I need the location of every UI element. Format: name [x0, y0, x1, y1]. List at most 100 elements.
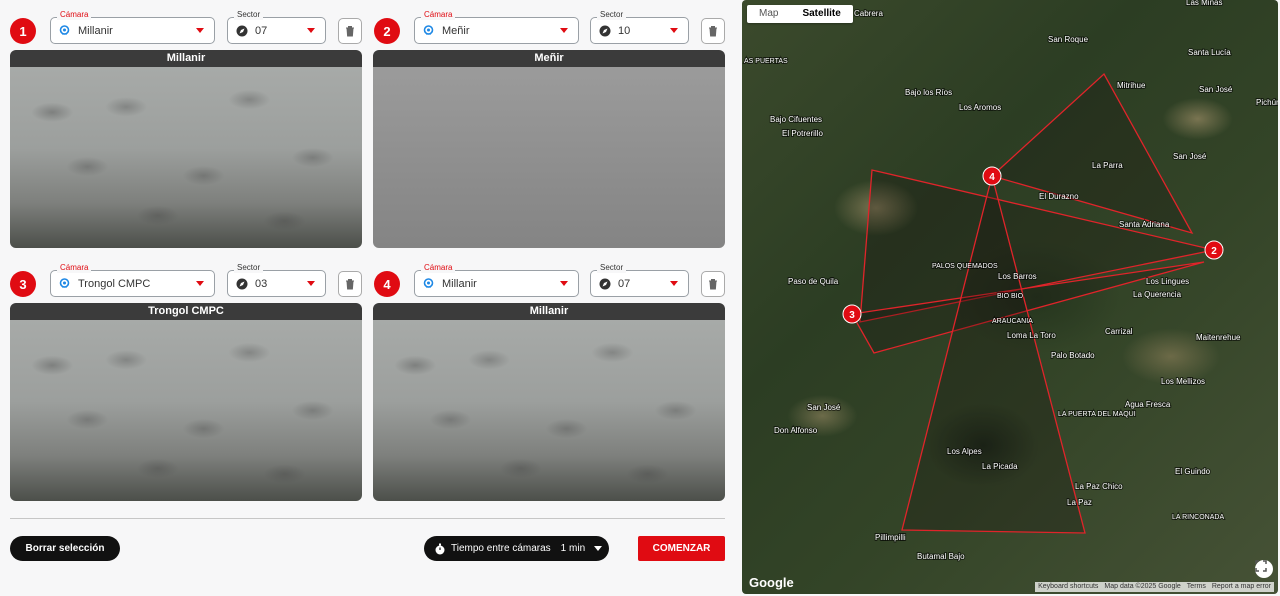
chevron-down-icon	[560, 28, 568, 33]
sector-select-value: 03	[255, 277, 268, 290]
camera-feed-title: Millanir	[373, 303, 725, 320]
map-type-toggle: Map Satellite	[747, 5, 853, 23]
place-label: Mitrihue	[1117, 81, 1146, 90]
camera-select-label: Cámara	[421, 263, 456, 273]
place-label: LA PUERTA DEL MAQUI	[1058, 411, 1136, 418]
chevron-down-icon	[670, 281, 678, 286]
chevron-down-icon	[560, 281, 568, 286]
trash-icon	[709, 26, 717, 37]
place-label: BIO BIO	[997, 293, 1024, 300]
compass-icon	[598, 277, 611, 290]
place-label: PALOS QUEMADOS	[932, 263, 998, 270]
sector-select[interactable]: Sector 07	[227, 10, 326, 44]
svg-text:3: 3	[849, 310, 855, 321]
place-label: El Potrerillo	[782, 129, 823, 138]
compass-icon	[235, 24, 248, 37]
map-footer: Keyboard shortcuts Map data ©2025 Google…	[1035, 582, 1274, 592]
timer-select[interactable]: Tiempo entre cámaras 1 min	[424, 536, 609, 561]
camera-select[interactable]: Cámara Millanir	[414, 263, 579, 297]
camera-select[interactable]: Cámara Millanir	[50, 10, 215, 44]
camera-pin-icon	[58, 277, 71, 290]
delete-slot-button[interactable]	[701, 18, 725, 44]
slot-number-badge: 2	[374, 18, 400, 44]
slot-number-badge: 1	[10, 18, 36, 44]
google-logo: Google	[749, 575, 794, 590]
camera-select-label: Cámara	[57, 263, 92, 273]
delete-slot-button[interactable]	[338, 271, 362, 297]
place-label: El Guindo	[1175, 467, 1211, 476]
camera-feed[interactable]: Millanir	[373, 303, 725, 501]
place-label: San José	[1173, 152, 1207, 161]
map-view[interactable]: Cabrera Las Minas San Roque Santa Lucía AS P…	[742, 0, 1278, 594]
camera-select-value: Millanir	[442, 277, 477, 290]
stopwatch-icon	[435, 543, 445, 554]
place-label: Bajo Cifuentes	[770, 115, 822, 124]
camera-marker-4[interactable]: 4	[982, 166, 1002, 186]
sector-select[interactable]: Sector 10	[590, 10, 689, 44]
report-error-link[interactable]: Report a map error	[1212, 582, 1271, 592]
svg-text:2: 2	[1211, 246, 1217, 257]
place-label: La Paz	[1067, 498, 1092, 507]
camera-select[interactable]: Cámara Meñir	[414, 10, 579, 44]
camera-feed[interactable]: Trongol CMPC	[10, 303, 362, 501]
fullscreen-button[interactable]	[1255, 560, 1273, 578]
place-label: La Querencia	[1133, 290, 1182, 299]
camera-feed-title: Millanir	[10, 50, 362, 67]
satellite-tab[interactable]: Satellite	[790, 5, 852, 23]
map-data-text: Map data ©2025 Google	[1104, 583, 1181, 590]
camera-pin-icon	[422, 277, 435, 290]
place-label: San José	[1199, 85, 1233, 94]
delete-slot-button[interactable]	[701, 271, 725, 297]
camera-feed-title: Meñir	[373, 50, 725, 67]
sector-select-value: 07	[255, 24, 268, 37]
place-label: La Parra	[1092, 161, 1123, 170]
camera-pin-icon	[58, 24, 71, 37]
terms-link[interactable]: Terms	[1187, 582, 1206, 592]
camera-pin-icon	[422, 24, 435, 37]
camera-select-value: Meñir	[442, 24, 470, 37]
place-label: Pillimpilli	[875, 533, 906, 542]
chevron-down-icon	[196, 281, 204, 286]
sector-select-label: Sector	[597, 10, 627, 20]
place-label: Bajo los Ríos	[905, 88, 952, 97]
chevron-down-icon	[307, 281, 315, 286]
place-label: Los Barros	[998, 272, 1037, 281]
camera-select-value: Trongol CMPC	[78, 277, 151, 290]
sector-select-value: 10	[618, 24, 631, 37]
fullscreen-icon	[1255, 560, 1267, 572]
camera-feed-image	[10, 320, 362, 501]
chevron-down-icon	[670, 28, 678, 33]
svg-text:4: 4	[989, 172, 995, 183]
timer-label: Tiempo entre cámaras	[451, 543, 551, 554]
camera-marker-2[interactable]: 2	[1204, 240, 1224, 260]
keyboard-shortcuts-link[interactable]: Keyboard shortcuts	[1038, 582, 1098, 592]
chevron-down-icon	[196, 28, 204, 33]
place-label: Los Lingues	[1146, 277, 1189, 286]
sector-select[interactable]: Sector 03	[227, 263, 326, 297]
camera-select-label: Cámara	[421, 10, 456, 20]
camera-marker-3[interactable]: 3	[842, 304, 862, 324]
map-tab[interactable]: Map	[747, 5, 790, 23]
place-label: Los Alpes	[947, 447, 982, 456]
camera-feed[interactable]: Meñir	[373, 50, 725, 248]
camera-select-label: Cámara	[57, 10, 92, 20]
chevron-down-icon	[307, 28, 315, 33]
camera-feed[interactable]: Millanir	[10, 50, 362, 248]
compass-icon	[235, 277, 248, 290]
sector-select-label: Sector	[234, 10, 264, 20]
place-label: San Roque	[1048, 35, 1089, 44]
sector-select-label: Sector	[234, 263, 264, 273]
start-button[interactable]: COMENZAR	[638, 536, 725, 561]
place-label: Carrizal	[1105, 327, 1133, 336]
trash-icon	[709, 279, 717, 290]
trash-icon	[346, 26, 354, 37]
clear-selection-button[interactable]: Borrar selección	[10, 536, 120, 561]
sector-select-label: Sector	[597, 263, 627, 273]
camera-select-value: Millanir	[78, 24, 113, 37]
place-label: Maitenrehue	[1196, 333, 1241, 342]
delete-slot-button[interactable]	[338, 18, 362, 44]
camera-select[interactable]: Cámara Trongol CMPC	[50, 263, 215, 297]
place-label: El Durazno	[1039, 192, 1079, 201]
slot-number-badge: 3	[10, 271, 36, 297]
sector-select[interactable]: Sector 07	[590, 263, 689, 297]
